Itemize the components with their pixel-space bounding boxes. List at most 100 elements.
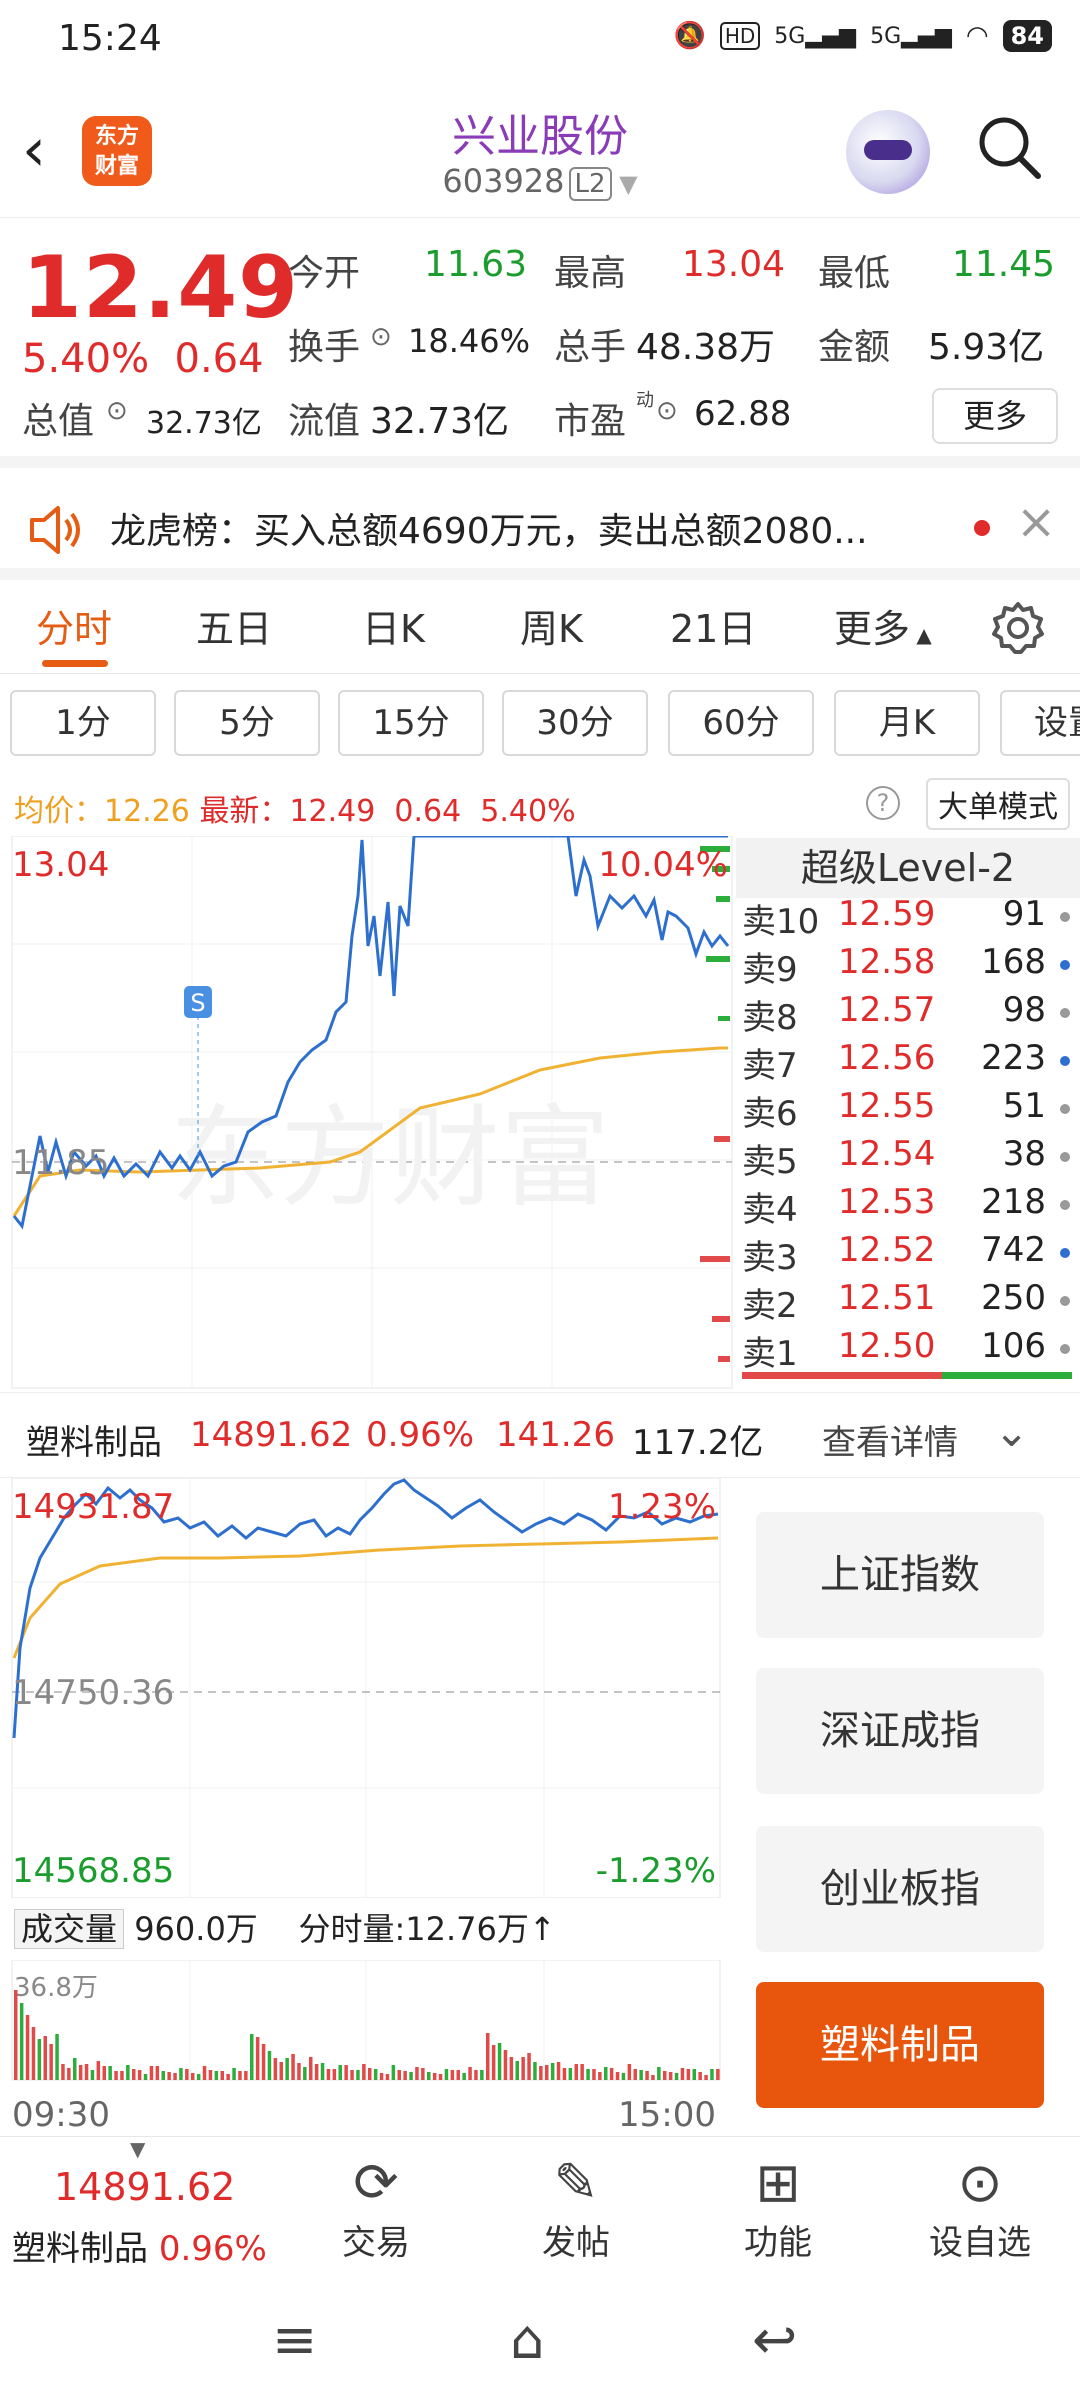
- volume-bar: [120, 2071, 124, 2080]
- volume-bar: [37, 2039, 42, 2080]
- bottom-sector-value[interactable]: 14891.62: [54, 2165, 235, 2209]
- level-label: 卖4: [742, 1190, 798, 1230]
- tab-weekly-k[interactable]: 周K: [520, 598, 583, 653]
- tab-more[interactable]: 更多 ▲: [834, 598, 932, 653]
- open-label: 今开: [288, 253, 361, 294]
- interval-5min[interactable]: 5分: [174, 690, 320, 756]
- intraday-chart[interactable]: 东方财富 S 13.04 10.04% 11.85: [0, 836, 736, 1392]
- volume-bar: [609, 2068, 614, 2080]
- bottom-sector-info[interactable]: 塑料制品 0.96%: [12, 2221, 267, 2270]
- sector-chart[interactable]: 14931.87 1.23% 14750.36 14568.85 -1.23%: [0, 1478, 730, 1898]
- low-label: 最低: [818, 253, 891, 294]
- chevron-down-icon[interactable]: ⌄: [994, 1407, 1029, 1456]
- mktcap-label: 总值: [22, 401, 95, 442]
- settings-gear-icon[interactable]: [990, 600, 1046, 656]
- volume-bar: [73, 2058, 77, 2080]
- view-details-link[interactable]: 查看详情: [822, 1415, 958, 1464]
- sector-bar[interactable]: 塑料制品 14891.62 0.96% 141.26 117.2亿 查看详情 ⌄: [0, 1392, 1080, 1478]
- change-info: 5.40% 0.64: [22, 336, 264, 382]
- tab-intraday[interactable]: 分时: [36, 598, 112, 653]
- order-book-row[interactable]: 卖5 12.54 38: [742, 1134, 1072, 1182]
- volume-max: 36.8万: [14, 1973, 98, 2003]
- order-book-row[interactable]: 卖8 12.57 98: [742, 990, 1072, 1038]
- avg-price-info: 均价：12.26 最新：12.49 0.64 5.40%: [14, 794, 576, 829]
- help-icon[interactable]: ?: [866, 786, 900, 820]
- big-order-mode-button[interactable]: 大单模式: [926, 778, 1070, 830]
- order-book[interactable]: 超级Level-2 卖10 12.59 91 卖9 12.58 168 卖8 12.57 98 卖…: [736, 838, 1080, 1386]
- dropdown-icon: ▼: [611, 170, 638, 198]
- level-price: 12.53: [838, 1182, 936, 1222]
- volume-info: 成交量 960.0万 分时量:12.76万↑: [14, 1904, 556, 1950]
- level-volume: 38: [1002, 1134, 1046, 1174]
- interval-15min[interactable]: 15分: [338, 690, 484, 756]
- chart-top-price: 13.04: [12, 845, 109, 885]
- level-label: 卖5: [742, 1142, 798, 1182]
- volume-bar: [43, 2036, 47, 2080]
- level-volume: 218: [981, 1182, 1046, 1222]
- search-icon[interactable]: [976, 114, 1042, 180]
- interval-1min[interactable]: 1分: [10, 690, 156, 756]
- sector-value: 14891.62: [190, 1415, 353, 1455]
- sector-pct: 0.96%: [366, 1415, 475, 1455]
- sector-index-button[interactable]: 塑料制品: [756, 1982, 1044, 2108]
- volume-chart[interactable]: 36.8万 09:30 15:00: [0, 1960, 730, 2136]
- close-icon[interactable]: ×: [1016, 494, 1056, 550]
- chinext-index-button[interactable]: 创业板指: [756, 1826, 1044, 1952]
- tab-daily-k[interactable]: 日K: [362, 598, 425, 653]
- more-button[interactable]: 更多: [932, 388, 1058, 444]
- order-book-row[interactable]: 卖10 12.59 91: [742, 894, 1072, 942]
- volume-bar: [320, 2063, 325, 2080]
- volume-bar: [202, 2066, 207, 2080]
- notice-text: 龙虎榜：买入总额4690万元，卖出总额2080...: [110, 511, 868, 552]
- interval-60min[interactable]: 60分: [668, 690, 814, 756]
- level-label: 卖1: [742, 1334, 798, 1374]
- volume-bar: [385, 2074, 390, 2080]
- volume-bar: [621, 2073, 626, 2080]
- level-dot: [1060, 912, 1070, 922]
- info-icon[interactable]: ⊙: [656, 396, 678, 426]
- order-book-row[interactable]: 卖7 12.56 223: [742, 1038, 1072, 1086]
- home-icon[interactable]: ⌂: [510, 2308, 544, 2371]
- level-dot: [1060, 1056, 1070, 1066]
- tab-five-day[interactable]: 五日: [196, 598, 272, 653]
- back-nav-icon[interactable]: ↩: [752, 2308, 797, 2371]
- sse-index-button[interactable]: 上证指数: [756, 1512, 1044, 1638]
- volume-bar: [25, 2015, 30, 2080]
- order-book-row[interactable]: 卖3 12.52 742: [742, 1230, 1072, 1278]
- volume-label[interactable]: 成交量: [14, 1909, 125, 1949]
- interval-monthly-k[interactable]: 月K: [834, 690, 980, 756]
- low-value: 11.45: [952, 244, 1056, 285]
- add-watchlist-button[interactable]: ⊙ 设自选: [910, 2151, 1050, 2264]
- dragon-tiger-notice[interactable]: 龙虎榜：买入总额4690万元，卖出总额2080... ×: [0, 480, 1080, 580]
- order-book-row[interactable]: 卖1 12.50 106: [742, 1326, 1072, 1374]
- szse-index-button[interactable]: 深证成指: [756, 1668, 1044, 1794]
- volume-bar: [663, 2071, 667, 2080]
- volume-bar: [250, 2034, 254, 2080]
- system-nav-bar: ≡ ⌂ ↩: [0, 2280, 1080, 2400]
- volume-bar: [14, 1990, 18, 2080]
- post-button[interactable]: ✎ 发帖: [506, 2151, 646, 2264]
- volume-bar: [279, 2062, 283, 2080]
- order-book-row[interactable]: 卖4 12.53 218: [742, 1182, 1072, 1230]
- order-book-row[interactable]: 卖6 12.55 51: [742, 1086, 1072, 1134]
- tab-21-day[interactable]: 21日: [670, 598, 756, 653]
- collapse-icon[interactable]: ▼: [130, 2137, 145, 2161]
- interval-settings[interactable]: 设置: [1000, 690, 1080, 756]
- functions-button[interactable]: ⊞ 功能: [708, 2151, 848, 2264]
- volume-bar: [143, 2074, 148, 2080]
- volume-bar: [108, 2066, 112, 2080]
- volume-bar: [362, 2064, 366, 2080]
- order-book-row[interactable]: 卖2 12.51 250: [742, 1278, 1072, 1326]
- info-icon[interactable]: ⊙: [370, 322, 392, 352]
- trade-button[interactable]: ⟳ 交易: [306, 2151, 446, 2264]
- chart-top-pct: 10.04%: [598, 845, 728, 885]
- volume-bar: [468, 2067, 472, 2080]
- volume-bar: [196, 2074, 201, 2080]
- menu-icon[interactable]: ≡: [272, 2308, 317, 2371]
- volume-bar: [545, 2065, 549, 2080]
- assistant-robot-icon[interactable]: [846, 110, 930, 194]
- order-book-row[interactable]: 卖9 12.58 168: [742, 942, 1072, 990]
- volume-bar: [285, 2058, 289, 2080]
- info-icon[interactable]: ⊙: [106, 396, 128, 426]
- interval-30min[interactable]: 30分: [502, 690, 648, 756]
